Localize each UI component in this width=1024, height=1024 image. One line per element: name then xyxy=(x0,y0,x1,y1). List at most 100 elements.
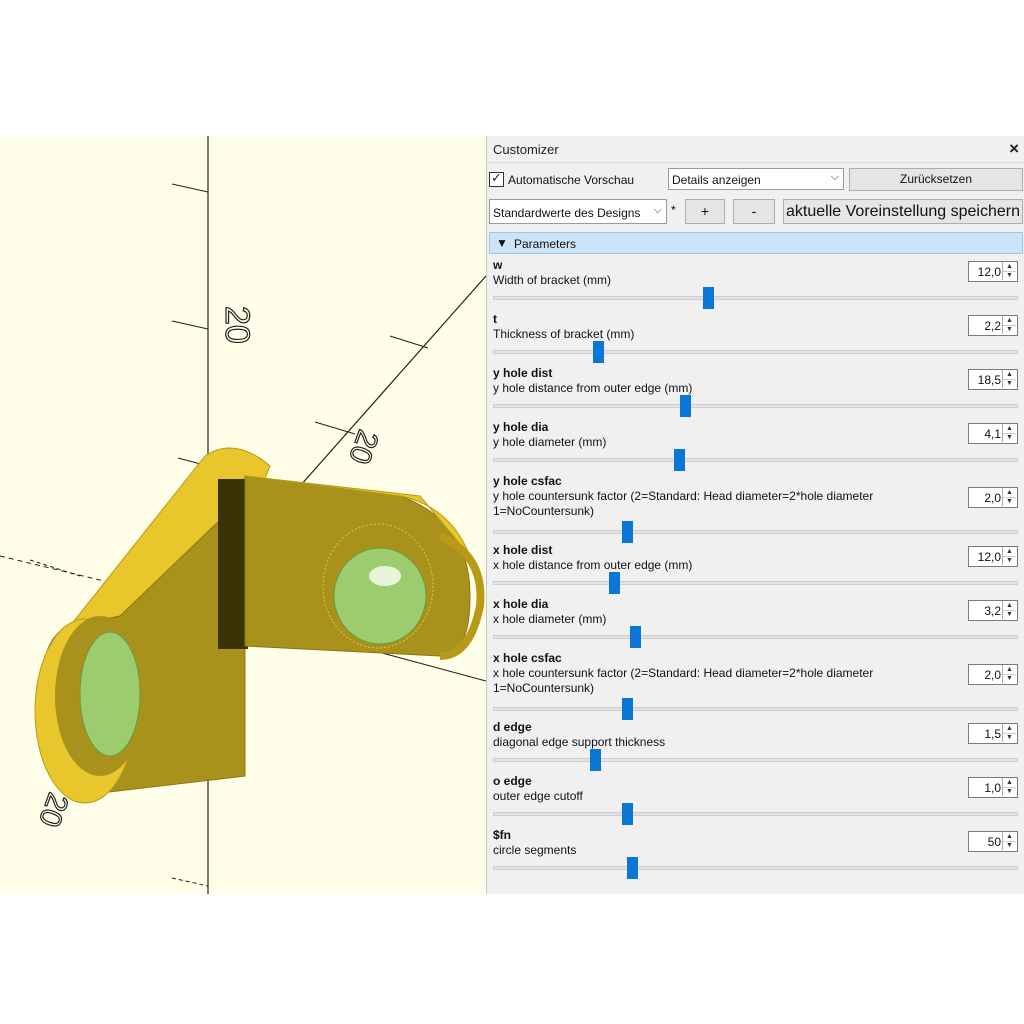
parameter-row: y hole dist y hole distance from outer ed… xyxy=(487,366,1024,420)
parameter-description: outer edge cutoff xyxy=(493,789,583,803)
parameter-name: x hole dist xyxy=(493,543,553,557)
spin-down-icon[interactable]: ▼ xyxy=(1002,674,1016,683)
spin-down-icon[interactable]: ▼ xyxy=(1002,379,1016,388)
parameter-slider-thumb[interactable] xyxy=(621,803,633,825)
bracket-model-render: 20 20 20 xyxy=(0,136,486,894)
customizer-title: Customizer xyxy=(493,142,559,157)
parameter-spinbox[interactable]: 1,0 ▲ ▼ xyxy=(968,777,1018,798)
parameter-name: d edge xyxy=(493,720,532,734)
auto-preview-checkbox[interactable]: ✓ xyxy=(489,170,504,187)
parameter-slider-track[interactable] xyxy=(493,530,1018,534)
parameter-row: $fn circle segments 50 ▲ ▼ xyxy=(487,828,1024,882)
parameter-description: diagonal edge support thickness xyxy=(493,735,666,749)
preset-select[interactable]: Standardwerte des Designs ⌵ xyxy=(489,199,667,224)
parameter-value: 1,0 xyxy=(984,781,1001,795)
parameter-name: x hole dia xyxy=(493,597,549,611)
parameter-row: y hole csfac y hole countersunk factor (2… xyxy=(487,474,1024,543)
parameter-row: x hole dia x hole diameter (mm) 3,2 ▲ ▼ xyxy=(487,597,1024,651)
parameter-description: circle segments xyxy=(493,843,577,857)
parameter-slider-track[interactable] xyxy=(493,581,1018,585)
parameter-description: y hole countersunk factor (2=Standard: H… xyxy=(493,489,874,518)
parameter-row: o edge outer edge cutoff 1,0 ▲ ▼ xyxy=(487,774,1024,828)
axis-label-z: 20 xyxy=(218,306,256,344)
parameter-name: x hole csfac xyxy=(493,651,562,665)
details-select[interactable]: Details anzeigen ⌵ xyxy=(668,168,844,190)
parameter-slider-thumb[interactable] xyxy=(590,749,602,771)
parameter-description: y hole distance from outer edge (mm) xyxy=(493,381,693,395)
parameter-description: x hole diameter (mm) xyxy=(493,612,607,626)
parameter-slider-track[interactable] xyxy=(493,404,1018,408)
spin-down-icon[interactable]: ▼ xyxy=(1002,841,1016,850)
parameter-value: 50 xyxy=(987,835,1001,849)
customizer-titlebar: Customizer × xyxy=(487,136,1024,163)
parameter-spinbox[interactable]: 12,0 ▲ ▼ xyxy=(968,261,1018,282)
parameter-slider-thumb[interactable] xyxy=(593,341,604,363)
parameter-row: x hole dist x hole distance from outer ed… xyxy=(487,543,1024,597)
reset-button[interactable]: Zurücksetzen xyxy=(849,168,1023,191)
parameter-slider-thumb[interactable] xyxy=(629,626,641,648)
parameter-slider-thumb[interactable] xyxy=(608,572,620,594)
parameter-spinbox[interactable]: 50 ▲ ▼ xyxy=(968,831,1018,852)
triangle-down-icon: ▼ xyxy=(496,236,508,250)
3d-viewport[interactable]: 20 20 20 xyxy=(0,136,486,894)
parameter-slider-track[interactable] xyxy=(493,812,1018,816)
remove-preset-button[interactable]: - xyxy=(733,199,775,224)
chevron-down-icon: ⌵ xyxy=(830,171,839,183)
add-preset-button[interactable]: + xyxy=(685,199,725,224)
parameter-spinbox[interactable]: 1,5 ▲ ▼ xyxy=(968,723,1018,744)
spin-down-icon[interactable]: ▼ xyxy=(1002,325,1016,334)
parameter-slider-thumb[interactable] xyxy=(703,287,715,309)
parameter-description: x hole countersunk factor (2=Standard: H… xyxy=(493,666,874,695)
parameter-slider-thumb[interactable] xyxy=(621,521,633,543)
parameter-value: 3,2 xyxy=(984,604,1001,618)
parameter-spinbox[interactable]: 2,0 ▲ ▼ xyxy=(968,487,1018,508)
parameter-value: 1,5 xyxy=(984,727,1001,741)
parameter-name: t xyxy=(493,312,497,326)
parameter-name: $fn xyxy=(493,828,511,842)
parameter-spinbox[interactable]: 3,2 ▲ ▼ xyxy=(968,600,1018,621)
parameter-spinbox[interactable]: 2,2 ▲ ▼ xyxy=(968,315,1018,336)
spin-down-icon[interactable]: ▼ xyxy=(1002,733,1016,742)
parameter-row: w Width of bracket (mm) 12,0 ▲ ▼ xyxy=(487,258,1024,312)
parameter-slider-thumb[interactable] xyxy=(627,857,639,879)
checkmark-icon: ✓ xyxy=(491,170,502,185)
parameter-name: y hole dia xyxy=(493,420,549,434)
parameter-row: t Thickness of bracket (mm) 2,2 ▲ ▼ xyxy=(487,312,1024,366)
spin-down-icon[interactable]: ▼ xyxy=(1002,787,1016,796)
save-preset-button[interactable]: aktuelle Voreinstellung speichern xyxy=(783,199,1023,224)
details-select-value: Details anzeigen xyxy=(672,173,761,187)
parameter-value: 18,5 xyxy=(977,373,1001,387)
close-icon[interactable]: × xyxy=(1009,139,1019,159)
parameter-spinbox[interactable]: 12,0 ▲ ▼ xyxy=(968,546,1018,567)
spin-down-icon[interactable]: ▼ xyxy=(1002,497,1016,506)
parameter-slider-track[interactable] xyxy=(493,707,1018,711)
parameter-slider-thumb[interactable] xyxy=(674,449,686,471)
spin-down-icon[interactable]: ▼ xyxy=(1002,271,1016,280)
parameter-slider-thumb[interactable] xyxy=(679,395,691,417)
parameter-name: w xyxy=(493,258,503,272)
parameter-spinbox[interactable]: 2,0 ▲ ▼ xyxy=(968,664,1018,685)
parameter-slider-track[interactable] xyxy=(493,296,1018,300)
parameter-value: 2,2 xyxy=(984,319,1001,333)
parameter-value: 2,0 xyxy=(984,668,1001,682)
spin-down-icon[interactable]: ▼ xyxy=(1002,556,1016,565)
parameter-slider-track[interactable] xyxy=(493,350,1018,354)
parameter-slider-thumb[interactable] xyxy=(621,698,633,720)
parameter-description: Width of bracket (mm) xyxy=(493,273,612,287)
parameter-description: y hole diameter (mm) xyxy=(493,435,607,449)
parameter-slider-track[interactable] xyxy=(493,635,1018,639)
auto-preview-label[interactable]: Automatische Vorschau xyxy=(508,173,634,187)
parameter-value: 4,1 xyxy=(984,427,1001,441)
spin-down-icon[interactable]: ▼ xyxy=(1002,433,1016,442)
parameter-value: 2,0 xyxy=(984,491,1001,505)
parameter-name: y hole csfac xyxy=(493,474,562,488)
parameter-description: x hole distance from outer edge (mm) xyxy=(493,558,693,572)
parameter-spinbox[interactable]: 4,1 ▲ ▼ xyxy=(968,423,1018,444)
parameters-group-header[interactable]: ▼ Parameters xyxy=(489,232,1023,254)
parameter-slider-track[interactable] xyxy=(493,458,1018,462)
customizer-panel: Customizer × ✓ Automatische Vorschau Det… xyxy=(486,136,1024,894)
parameter-slider-track[interactable] xyxy=(493,866,1018,870)
parameter-slider-track[interactable] xyxy=(493,758,1018,762)
parameter-spinbox[interactable]: 18,5 ▲ ▼ xyxy=(968,369,1018,390)
spin-down-icon[interactable]: ▼ xyxy=(1002,610,1016,619)
